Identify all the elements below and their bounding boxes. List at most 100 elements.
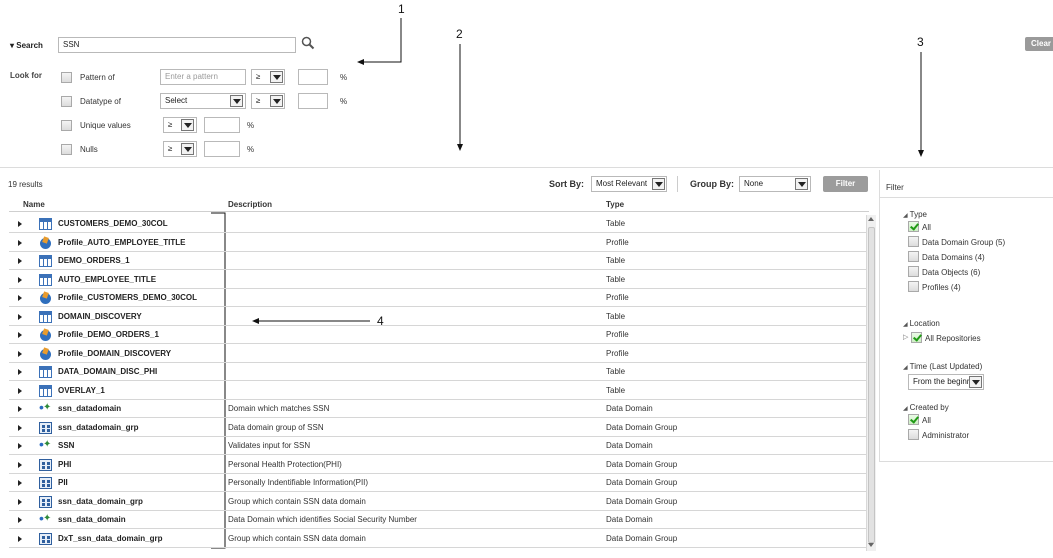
search-icon[interactable] [301, 36, 315, 50]
table-row[interactable]: OVERLAY_1 Table [9, 382, 869, 400]
chevron-down-icon[interactable] [795, 178, 808, 190]
row-type: Profile [606, 348, 629, 358]
table-row[interactable]: Profile_AUTO_EMPLOYEE_TITLE Profile [9, 234, 869, 252]
clear-button[interactable]: Clear [1025, 37, 1053, 51]
table-row[interactable]: CUSTOMERS_DEMO_30COL Table [9, 215, 869, 233]
table-row[interactable]: PHI Personal Health Protection(PHI) Data D… [9, 456, 869, 474]
expand-icon[interactable] [18, 369, 22, 375]
expand-icon[interactable] [18, 424, 22, 431]
expand-icon[interactable] [18, 406, 22, 412]
search-toggle[interactable]: ▾ Search [10, 41, 43, 50]
filter-time-title[interactable]: Time (Last Updated) [903, 362, 983, 371]
row-name[interactable]: DEMO_ORDERS_1 [58, 256, 130, 265]
table-row[interactable]: Profile_DOMAIN_DISCOVERY Profile [9, 345, 869, 363]
datatype-percent-input[interactable] [298, 93, 328, 109]
table-row[interactable]: Profile_DEMO_ORDERS_1 Profile [9, 326, 869, 344]
filter-type-checkbox[interactable] [908, 236, 919, 247]
pattern-checkbox[interactable] [61, 72, 72, 83]
row-name[interactable]: DOMAIN_DISCOVERY [58, 312, 142, 321]
chevron-down-icon[interactable] [969, 376, 982, 388]
filter-button[interactable]: Filter [823, 176, 868, 192]
datatype-checkbox[interactable] [61, 96, 72, 107]
expand-icon[interactable] [18, 350, 22, 357]
row-name[interactable]: PII [58, 478, 68, 487]
table-row[interactable]: DATA_DOMAIN_DISC_PHI Table [9, 363, 869, 381]
scroll-down-icon[interactable] [868, 543, 874, 547]
filter-type-checkbox[interactable] [908, 281, 919, 292]
expand-icon[interactable] [18, 480, 22, 486]
expand-icon[interactable] [18, 295, 22, 301]
row-name[interactable]: Profile_CUSTOMERS_DEMO_30COL [58, 293, 197, 302]
table-row[interactable]: DEMO_ORDERS_1 Table [9, 252, 869, 270]
table-row[interactable]: ssn_datadomain Domain which matches SSN Da… [9, 399, 869, 418]
scroll-up-icon[interactable] [868, 217, 874, 221]
expand-icon[interactable] [18, 239, 22, 246]
filter-type-title[interactable]: Type [903, 210, 927, 219]
chevron-down-icon[interactable] [652, 178, 665, 190]
expand-icon[interactable] [18, 517, 22, 523]
search-input[interactable]: SSN [58, 37, 296, 53]
table-row[interactable]: Profile_CUSTOMERS_DEMO_30COL Profile [9, 289, 869, 307]
column-header-name[interactable]: Name [23, 200, 45, 209]
expand-icon[interactable] [18, 461, 22, 468]
filter-type-checkbox[interactable] [908, 266, 919, 277]
chevron-down-icon[interactable] [270, 71, 283, 83]
row-name[interactable]: DATA_DOMAIN_DISC_PHI [58, 367, 157, 376]
expand-icon[interactable] [18, 535, 22, 542]
expand-icon[interactable] [18, 276, 22, 283]
expand-icon[interactable] [18, 258, 22, 264]
expand-icon[interactable] [18, 387, 22, 394]
row-name[interactable]: Profile_DEMO_ORDERS_1 [58, 330, 159, 339]
pattern-percent-input[interactable] [298, 69, 328, 85]
unique-percent-input[interactable] [204, 117, 240, 133]
table-row[interactable]: ssn_datadomain_grp Data domain group of S… [9, 419, 869, 437]
unique-checkbox[interactable] [61, 120, 72, 131]
table-icon [39, 218, 52, 230]
filter-created-checkbox[interactable] [908, 429, 919, 440]
row-name[interactable]: SSN [58, 441, 74, 450]
toolbar-separator [677, 176, 678, 192]
column-header-description[interactable]: Description [228, 200, 272, 209]
expand-icon[interactable] [18, 498, 22, 505]
row-name[interactable]: ssn_data_domain_grp [58, 497, 143, 506]
expand-icon[interactable] [18, 221, 22, 227]
table-icon [39, 310, 52, 323]
filter-type-checkbox[interactable] [908, 221, 919, 232]
table-row[interactable]: ssn_data_domain Data Domain which identif… [9, 510, 869, 529]
filter-type-checkbox[interactable] [908, 251, 919, 262]
location-all-checkbox[interactable] [911, 332, 922, 343]
pattern-input[interactable]: Enter a pattern [160, 69, 246, 85]
table-row[interactable]: DxT_ssn_data_domain_grp Group which conta… [9, 530, 869, 548]
filter-location-title[interactable]: Location [903, 319, 940, 328]
filter-created-checkbox[interactable] [908, 414, 919, 425]
table-row[interactable]: PII Personally Indentifiable Information(… [9, 474, 869, 492]
chevron-down-icon[interactable] [230, 95, 243, 107]
chevron-down-icon[interactable] [270, 95, 283, 107]
nulls-percent-input[interactable] [204, 141, 240, 157]
row-name[interactable]: OVERLAY_1 [58, 386, 105, 395]
row-name[interactable]: ssn_data_domain [58, 515, 126, 524]
table-row[interactable]: ssn_data_domain_grp Group which contain S… [9, 493, 869, 511]
row-name[interactable]: DxT_ssn_data_domain_grp [58, 534, 162, 543]
expand-icon[interactable] [18, 443, 22, 449]
row-name[interactable]: Profile_AUTO_EMPLOYEE_TITLE [58, 238, 185, 247]
row-name[interactable]: ssn_datadomain_grp [58, 423, 138, 432]
table-row[interactable]: AUTO_EMPLOYEE_TITLE Table [9, 271, 869, 289]
expand-icon[interactable] [18, 332, 22, 338]
table-row[interactable]: DOMAIN_DISCOVERY Table [9, 308, 869, 326]
chevron-down-icon[interactable] [181, 143, 194, 155]
scrollbar-thumb[interactable] [868, 227, 875, 543]
row-name[interactable]: PHI [58, 460, 71, 469]
column-header-type[interactable]: Type [606, 200, 624, 209]
results-scrollbar[interactable] [866, 215, 876, 551]
expand-icon[interactable] [18, 313, 22, 320]
row-name[interactable]: Profile_DOMAIN_DISCOVERY [58, 349, 171, 358]
row-name[interactable]: CUSTOMERS_DEMO_30COL [58, 219, 168, 228]
filter-created-title[interactable]: Created by [903, 403, 949, 412]
table-row[interactable]: SSN Validates input for SSN Data Domain [9, 436, 869, 455]
nulls-checkbox[interactable] [61, 144, 72, 155]
row-name[interactable]: ssn_datadomain [58, 404, 121, 413]
chevron-down-icon[interactable] [181, 119, 194, 131]
expand-icon[interactable]: ▷ [903, 333, 908, 341]
row-name[interactable]: AUTO_EMPLOYEE_TITLE [58, 275, 156, 284]
